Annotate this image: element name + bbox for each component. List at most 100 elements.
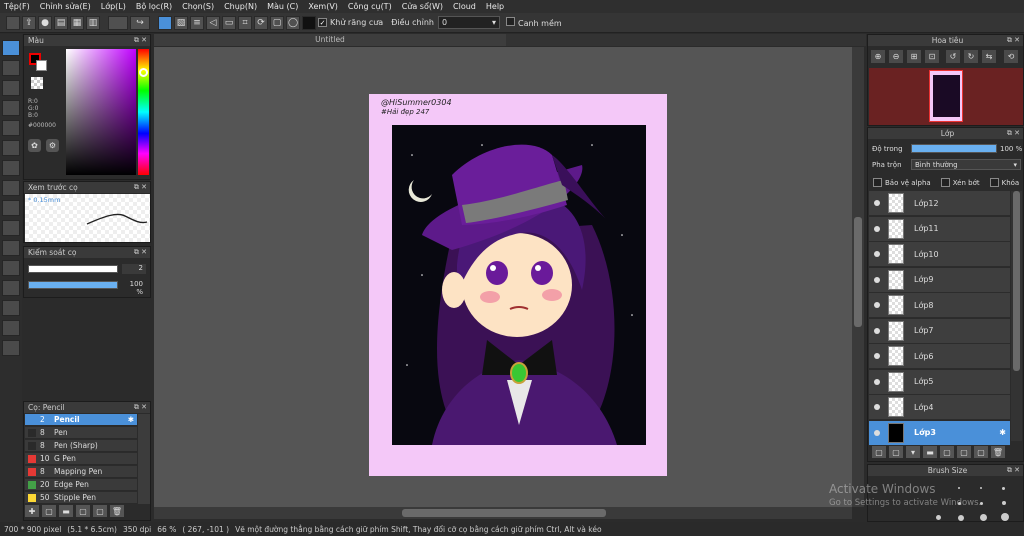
adjust-select[interactable]: 0 ▾ <box>437 16 500 29</box>
brush-size-option[interactable] <box>936 515 941 520</box>
layer-folder-icon[interactable]: ▬ <box>923 446 937 458</box>
square-icon[interactable]: ▢ <box>270 15 284 30</box>
close-icon[interactable]: ⧉ ✕ <box>134 36 147 45</box>
layer-row[interactable]: Lớp8 <box>869 293 1010 318</box>
menu-item[interactable]: Cửa sổ(W) <box>402 2 443 11</box>
gradient-tool[interactable] <box>2 200 20 216</box>
zoom-tool[interactable] <box>2 320 20 336</box>
crop-icon[interactable]: ⌗ <box>238 15 252 30</box>
move-tool[interactable] <box>2 140 20 156</box>
eye-icon[interactable] <box>874 378 880 385</box>
close-icon[interactable]: ⧉ ✕ <box>134 248 147 257</box>
redo-icon[interactable]: ↪ <box>130 15 150 30</box>
vertical-scroll-thumb[interactable] <box>854 217 862 327</box>
export-icon[interactable]: ⇪ <box>22 15 36 30</box>
eye-icon[interactable] <box>874 353 880 359</box>
snap-checkbox[interactable] <box>505 17 515 26</box>
brush-item[interactable]: 8 Mapping Pen <box>25 466 137 478</box>
brush-item[interactable]: 50 Stipple Pen <box>25 492 137 504</box>
pointer-tool[interactable] <box>2 40 20 56</box>
brush-item[interactable]: 2 Pencil ✱ <box>25 414 137 426</box>
navigator-thumbnail[interactable] <box>929 70 963 122</box>
navigator-view[interactable] <box>869 68 1023 125</box>
menu-item[interactable]: Công cụ(T) <box>348 2 392 11</box>
saturation-value-picker[interactable] <box>66 49 136 175</box>
shape-tool[interactable] <box>2 220 20 236</box>
menu-item[interactable]: Chụp(N) <box>224 2 257 11</box>
close-icon[interactable]: ⧉ ✕ <box>1007 129 1020 138</box>
blank-button[interactable] <box>108 15 128 30</box>
brush-size-value[interactable]: 2 <box>122 264 146 274</box>
layer-scroll-thumb[interactable] <box>1013 191 1020 371</box>
add-layer-menu-icon[interactable]: ▾ <box>906 446 920 458</box>
menu-item[interactable]: Chọn(S) <box>182 2 214 11</box>
brush-size-option[interactable] <box>1001 513 1009 521</box>
antialias-checkbox[interactable]: ✓ <box>318 18 327 27</box>
eyedropper-tool[interactable] <box>2 280 20 296</box>
select-off-button[interactable] <box>158 15 172 30</box>
layer-row[interactable]: Lớp5 <box>869 369 1010 395</box>
layer-row[interactable]: Lớp11 <box>869 216 1010 242</box>
add-brush-icon[interactable]: ✚ <box>25 505 39 517</box>
lasso-tool[interactable] <box>2 100 20 116</box>
color-box-icon[interactable] <box>302 15 316 30</box>
rect-select-tool[interactable] <box>2 80 20 96</box>
menu-item[interactable]: Tệp(F) <box>4 2 30 11</box>
new-file-button[interactable] <box>6 15 20 30</box>
brush-size-option[interactable] <box>958 515 964 521</box>
export-brush-icon[interactable]: ▢ <box>76 505 90 517</box>
layer-list-scrollbar[interactable] <box>1011 191 1022 441</box>
layer-row[interactable]: Lớp12 <box>869 191 1010 216</box>
layers-icon[interactable]: ▤ <box>54 15 68 30</box>
menu-item[interactable]: Xem(V) <box>308 2 338 11</box>
eye-icon[interactable] <box>874 225 880 232</box>
blend-mode-select[interactable]: Bình thường ▾ <box>911 159 1021 170</box>
actual-size-icon[interactable]: ⊡ <box>925 50 939 63</box>
perspective-icon[interactable]: ◁ <box>206 15 220 30</box>
clipping-checkbox[interactable] <box>940 178 950 187</box>
eye-icon[interactable] <box>874 251 880 257</box>
brush-size-option[interactable] <box>1002 501 1006 505</box>
layer-row[interactable]: Lớp10 <box>869 242 1010 267</box>
clear-layer-icon[interactable]: ▢ <box>974 446 988 458</box>
flip-icon[interactable]: ⇆ <box>982 50 996 63</box>
close-icon[interactable]: ⧉ ✕ <box>134 403 147 412</box>
layer-opacity-slider[interactable] <box>911 144 997 153</box>
copy-brush-icon[interactable]: ▢ <box>42 505 56 517</box>
menu-item[interactable]: Màu (C) <box>267 2 298 11</box>
eye-icon[interactable] <box>874 200 880 206</box>
menu-item[interactable]: Chỉnh sửa(E) <box>40 2 91 11</box>
select-tool[interactable] <box>2 60 20 76</box>
brush-opacity-slider[interactable] <box>28 281 118 289</box>
menu-item[interactable]: Cloud <box>453 2 476 11</box>
grid-icon[interactable]: ▦ <box>70 15 84 30</box>
new-layer-icon[interactable]: ▢ <box>872 446 886 458</box>
brush-size-option[interactable] <box>980 514 987 521</box>
panel-icon[interactable]: ▥ <box>86 15 100 30</box>
background-color-swatch[interactable] <box>36 60 47 71</box>
lines-icon[interactable]: ≡ <box>190 15 204 30</box>
brush-list-scrollbar[interactable] <box>138 414 150 504</box>
menu-item[interactable]: Help <box>486 2 504 11</box>
merge-layer-icon[interactable]: ▢ <box>957 446 971 458</box>
document-tab[interactable]: Untitled <box>154 34 506 46</box>
frame-tool[interactable] <box>2 260 20 276</box>
eye-icon[interactable] <box>874 327 880 334</box>
canvas-area[interactable]: @HiSummer0304 #Hải đẹp 247 <box>154 47 852 507</box>
ruler-icon[interactable]: ▭ <box>222 15 236 30</box>
reset-view-icon[interactable]: ⟲ <box>1004 50 1018 63</box>
speech-icon[interactable]: ● <box>38 15 52 30</box>
layer-settings-icon[interactable]: ✱ <box>999 428 1006 437</box>
canvas-vertical-scrollbar[interactable] <box>852 47 864 507</box>
hue-slider-handle[interactable] <box>139 68 148 77</box>
rotate-left-icon[interactable]: ↺ <box>946 50 960 63</box>
new-raster-layer-icon[interactable]: ▢ <box>889 446 903 458</box>
horizontal-scroll-thumb[interactable] <box>402 509 606 517</box>
wand-tool[interactable] <box>2 120 20 136</box>
layer-row[interactable]: Lớp3 ✱ <box>869 420 1010 446</box>
protect-alpha-checkbox[interactable] <box>873 178 882 187</box>
transform-tool[interactable] <box>2 160 20 176</box>
fill-tool[interactable] <box>2 180 20 196</box>
transparent-color-swatch[interactable] <box>31 77 43 89</box>
layer-row[interactable]: Lớp9 <box>869 267 1010 293</box>
